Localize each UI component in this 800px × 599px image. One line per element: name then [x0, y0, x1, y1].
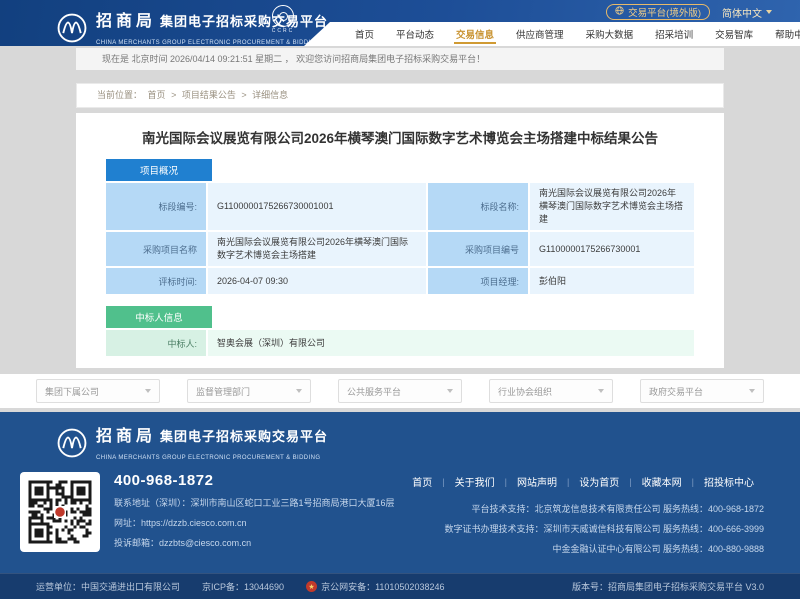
section-number-value: G1100000175266730001001 — [208, 183, 426, 230]
winner-value: 智奥会展（深圳）有限公司 — [208, 330, 694, 356]
brand-suffix: 集团电子招标采购交易平台 — [160, 11, 328, 30]
chevron-down-icon — [749, 389, 755, 393]
qr-code — [20, 472, 100, 552]
globe-icon — [615, 6, 624, 18]
select-label: 集团下属公司 — [45, 385, 99, 398]
project-overview-table: 标段编号: G1100000175266730001001 标段名称: 南光国际… — [106, 183, 694, 294]
project-name-value: 南光国际会议展览有限公司2026年横琴澳门国际数字艺术博览会主场搭建 — [208, 232, 426, 266]
support-line-platform: 平台技术支持：北京筑龙信息技术有限责任公司 服务热线：400-968-1872 — [402, 499, 764, 519]
footer-logo: 招商局 集团电子招标采购交易平台 CHINA MERCHANTS GROUP E… — [56, 422, 800, 464]
chevron-down-icon — [766, 10, 772, 14]
main-nav: 首页 平台动态 交易信息 供应商管理 采购大数据 招采培训 交易智库 帮助中心 — [304, 22, 800, 46]
support-line-cfca: 中金金融认证中心有限公司 服务热线：400-880-9888 — [402, 539, 764, 559]
select-label: 行业协会组织 — [498, 385, 552, 398]
page-title: 南光国际会议展览有限公司2026年横琴澳门国际数字艺术博览会主场搭建中标结果公告 — [76, 113, 724, 147]
icp-number[interactable]: 京ICP备：13044690 — [202, 580, 284, 593]
chevron-down-icon — [145, 389, 151, 393]
footer-link-bookmark[interactable]: 收藏本网 — [632, 474, 692, 489]
footer-links: 首页 | 关于我们 | 网站声明 | 设为首页 | 收藏本网 | 招投标中心 — [402, 474, 764, 489]
section-name-value: 南光国际会议展览有限公司2026年横琴澳门国际数字艺术博览会主场搭建 — [530, 183, 694, 230]
evaluation-time-label: 评标时间: — [106, 268, 206, 294]
overseas-platform-label: 交易平台(境外版) — [628, 5, 701, 19]
website-url[interactable]: 网址：https://dzzb.ciesco.com.cn — [114, 516, 395, 529]
police-record-text: 京公网安备：11010502038246 — [321, 580, 444, 593]
chevron-down-icon — [296, 389, 302, 393]
select-label: 监督管理部门 — [196, 385, 250, 398]
footer-link-home[interactable]: 首页 — [402, 474, 442, 489]
cmg-logo-icon — [56, 427, 88, 459]
brand-subtitle: CHINA MERCHANTS GROUP ELECTRONIC PROCURE… — [96, 40, 320, 46]
winner-label: 中标人: — [106, 330, 206, 356]
select-group-companies[interactable]: 集团下属公司 — [36, 379, 160, 403]
footer-brand-subtitle: CHINA MERCHANTS GROUP ELECTRONIC PROCURE… — [96, 455, 320, 461]
footer-brand-name: 招商局 — [96, 422, 156, 446]
footer-link-statement[interactable]: 网站声明 — [507, 474, 567, 489]
breadcrumb-separator: > — [171, 90, 176, 100]
footer-link-bidding-center[interactable]: 招投标中心 — [694, 474, 764, 489]
nav-item-think-tank[interactable]: 交易智库 — [704, 22, 764, 46]
operator-info: 运营单位：中国交通进出口有限公司 — [36, 580, 180, 593]
footer-version: 版本号：招商局集团电子招标采购交易平台 V3.0 — [572, 580, 764, 593]
friend-links-bar: 集团下属公司 监督管理部门 公共服务平台 行业协会组织 政府交易平台 — [0, 374, 800, 408]
nav-item-platform-news[interactable]: 平台动态 — [385, 22, 445, 46]
winner-info-header: 中标人信息 — [106, 306, 212, 328]
ccrc-cert-badge-icon: CCRC — [266, 5, 300, 34]
breadcrumb-separator: > — [241, 90, 246, 100]
breadcrumb-prefix: 当前位置： — [97, 90, 142, 100]
select-label: 政府交易平台 — [649, 385, 703, 398]
brand-name: 招商局 — [96, 7, 156, 31]
nav-item-supplier-mgmt[interactable]: 供应商管理 — [505, 22, 575, 46]
nav-item-training[interactable]: 招采培训 — [644, 22, 704, 46]
police-badge-icon: ★ — [306, 581, 317, 592]
select-government-platforms[interactable]: 政府交易平台 — [640, 379, 764, 403]
language-label: 简体中文 — [722, 5, 762, 20]
project-manager-label: 项目经理: — [428, 268, 528, 294]
evaluation-time-value: 2026-04-07 09:30 — [208, 268, 426, 294]
nav-item-home[interactable]: 首页 — [344, 22, 385, 46]
nav-item-help-center[interactable]: 帮助中心 — [764, 22, 800, 46]
footer-link-about[interactable]: 关于我们 — [445, 474, 505, 489]
project-number-label: 采购项目编号 — [428, 232, 528, 266]
breadcrumb-section[interactable]: 项目结果公告 — [182, 90, 236, 100]
select-industry-associations[interactable]: 行业协会组织 — [489, 379, 613, 403]
announcement-panel: 南光国际会议展览有限公司2026年横琴澳门国际数字艺术博览会主场搭建中标结果公告… — [76, 113, 724, 368]
support-line-certificate: 数字证书办理技术支持：深圳市天威诚信科技有限公司 服务热线：400-666-39… — [402, 519, 764, 539]
footer-bottom-bar: 运营单位：中国交通进出口有限公司 京ICP备：13044690 ★ 京公网安备：… — [0, 573, 800, 599]
project-number-value: G1100000175266730001 — [530, 232, 694, 266]
police-record[interactable]: ★ 京公网安备：11010502038246 — [306, 580, 444, 593]
footer: 招商局 集团电子招标采购交易平台 CHINA MERCHANTS GROUP E… — [0, 412, 800, 599]
language-selector[interactable]: 简体中文 — [722, 5, 772, 20]
cmg-logo-icon — [56, 12, 88, 44]
select-label: 公共服务平台 — [347, 385, 401, 398]
welcome-notice: 现在是 北京时间 2026/04/14 09:21:51 星期二 ， 欢迎您访问… — [76, 48, 724, 70]
footer-link-set-homepage[interactable]: 设为首页 — [569, 474, 629, 489]
service-phone: 400-968-1872 — [114, 472, 395, 489]
winner-info-table: 中标人: 智奥会展（深圳）有限公司 — [106, 330, 694, 356]
contact-address: 联系地址（深圳）：深圳市南山区蛇口工业三路1号招商局港口大厦16层 — [114, 496, 395, 509]
project-name-label: 采购项目名称 — [106, 232, 206, 266]
footer-brand-suffix: 集团电子招标采购交易平台 — [160, 426, 328, 445]
chevron-down-icon — [598, 389, 604, 393]
top-header: 招商局 集团电子招标采购交易平台 CHINA MERCHANTS GROUP E… — [0, 0, 800, 46]
breadcrumb-home[interactable]: 首页 — [148, 90, 166, 100]
nav-item-trade-info[interactable]: 交易信息 — [445, 22, 505, 46]
project-manager-value: 彭伯阳 — [530, 268, 694, 294]
chevron-down-icon — [447, 389, 453, 393]
complaint-email[interactable]: 投诉邮箱：dzzbts@ciesco.com.cn — [114, 536, 395, 549]
select-public-service-platforms[interactable]: 公共服务平台 — [338, 379, 462, 403]
cert-badge-label: CCRC — [266, 28, 300, 34]
breadcrumb-current: 详细信息 — [252, 90, 288, 100]
section-number-label: 标段编号: — [106, 183, 206, 230]
nav-item-procurement-data[interactable]: 采购大数据 — [575, 22, 645, 46]
select-supervision-depts[interactable]: 监督管理部门 — [187, 379, 311, 403]
overseas-platform-button[interactable]: 交易平台(境外版) — [606, 4, 710, 20]
section-name-label: 标段名称: — [428, 183, 528, 230]
project-overview-header: 项目概况 — [106, 159, 212, 181]
breadcrumb: 当前位置： 首页 > 项目结果公告 > 详细信息 — [76, 83, 724, 108]
